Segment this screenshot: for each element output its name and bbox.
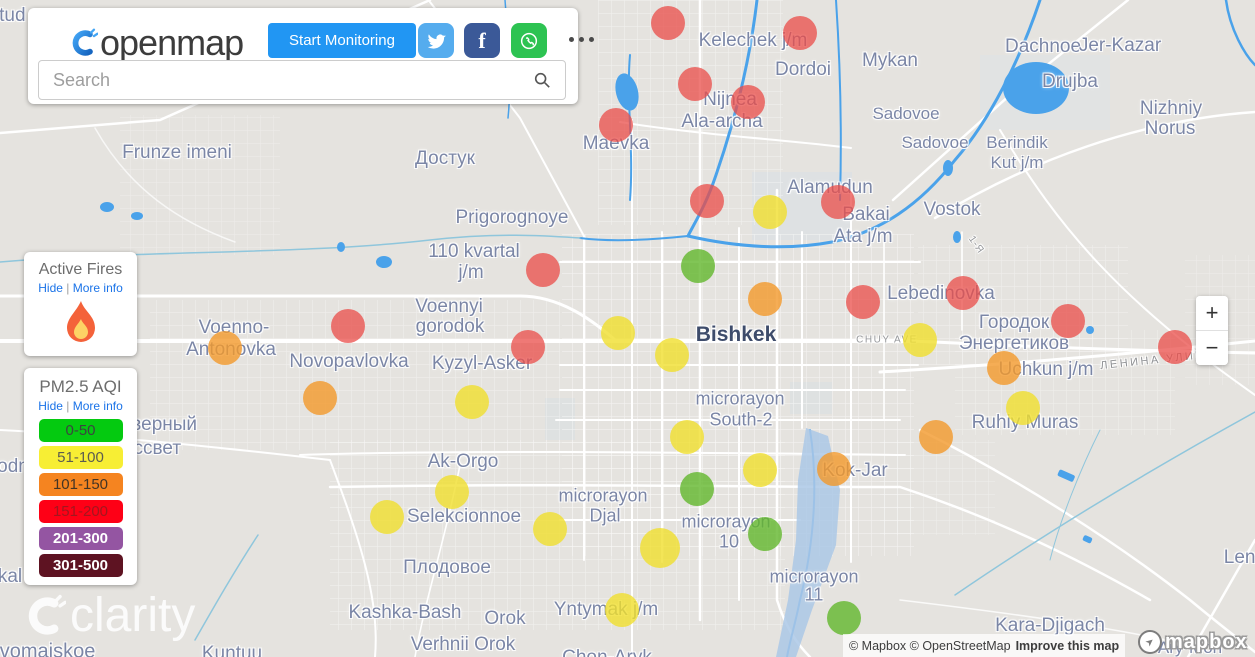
aqi-hide-link[interactable]: Hide: [38, 399, 63, 413]
aqi-marker-g[interactable]: [827, 601, 861, 635]
aqi-marker-y[interactable]: [753, 195, 787, 229]
aqi-marker-r[interactable]: [651, 6, 685, 40]
aqi-marker-r[interactable]: [1158, 330, 1192, 364]
aqi-marker-y[interactable]: [670, 420, 704, 454]
aqi-marker-o[interactable]: [919, 420, 953, 454]
zoom-in-button[interactable]: +: [1196, 296, 1228, 330]
logo-wordmark: openmap: [100, 22, 244, 63]
aqi-range-pill: 51-100: [38, 446, 123, 469]
aqi-range-pill: 0-50: [38, 419, 123, 442]
mapbox-attribution-link[interactable]: © Mapbox: [849, 639, 906, 653]
aqi-legend-panel: PM2.5 AQI Hide | More info 0-50 51-100 101…: [24, 368, 137, 585]
aqi-marker-r[interactable]: [946, 276, 980, 310]
mapbox-logo-icon: [1138, 630, 1162, 654]
openmap-logo-icon: [72, 28, 98, 56]
aqi-marker-r[interactable]: [821, 185, 855, 219]
zoom-out-button[interactable]: −: [1196, 331, 1228, 365]
aqi-marker-o[interactable]: [817, 452, 851, 486]
improve-map-link[interactable]: Improve this map: [1016, 639, 1120, 653]
aqi-marker-r[interactable]: [1051, 304, 1085, 338]
search-icon[interactable]: [533, 71, 551, 89]
aqi-marker-g[interactable]: [680, 472, 714, 506]
fire-icon: [66, 301, 95, 342]
aqi-marker-g[interactable]: [748, 517, 782, 551]
aqi-marker-y[interactable]: [533, 512, 567, 546]
facebook-button[interactable]: f: [464, 23, 500, 58]
aqi-range-pill: 301-500: [38, 554, 123, 577]
aqi-range-list: 0-50 51-100 101-150 151-200 201-300 301-500: [24, 419, 137, 577]
link-separator: |: [66, 399, 70, 413]
aqi-more-info-link[interactable]: More info: [73, 399, 123, 413]
active-fires-title: Active Fires: [38, 261, 123, 278]
aqi-marker-y[interactable]: [601, 316, 635, 350]
aqi-marker-y[interactable]: [655, 338, 689, 372]
map-attribution: © Mapbox © OpenStreetMap Improve this ma…: [843, 634, 1126, 657]
aqi-marker-r[interactable]: [511, 330, 545, 364]
aqi-marker-r[interactable]: [599, 108, 633, 142]
aqi-marker-r[interactable]: [846, 285, 880, 319]
aqi-marker-g[interactable]: [681, 249, 715, 283]
aqi-marker-r[interactable]: [690, 184, 724, 218]
openmap-app: StudFrunze imeniДостукPrigorognoye110 kv…: [0, 0, 1255, 657]
aqi-marker-r[interactable]: [783, 16, 817, 50]
aqi-marker-y[interactable]: [435, 475, 469, 509]
active-fires-panel: Active Fires Hide | More info: [24, 252, 137, 356]
active-fires-more-info-link[interactable]: More info: [73, 281, 123, 295]
search-input[interactable]: [39, 69, 533, 91]
twitter-button[interactable]: [418, 23, 454, 58]
aqi-marker-y[interactable]: [640, 528, 680, 568]
aqi-marker-r[interactable]: [678, 67, 712, 101]
map-zoom-control: + −: [1196, 296, 1228, 365]
active-fires-hide-link[interactable]: Hide: [38, 281, 63, 295]
aqi-marker-r[interactable]: [331, 309, 365, 343]
aqi-legend-title: PM2.5 AQI: [39, 377, 122, 396]
header-card: openmap Start Monitoring f: [28, 8, 594, 104]
osm-attribution-link[interactable]: © OpenStreetMap: [910, 639, 1011, 653]
aqi-range-pill: 101-150: [38, 473, 123, 496]
aqi-marker-y[interactable]: [605, 593, 639, 627]
search-box: [38, 60, 566, 100]
start-monitoring-button[interactable]: Start Monitoring: [268, 23, 416, 58]
aqi-range-pill: 151-200: [38, 500, 123, 523]
whatsapp-icon: [520, 32, 538, 49]
whatsapp-button[interactable]: [511, 23, 547, 58]
aqi-marker-r[interactable]: [731, 85, 765, 119]
aqi-marker-o[interactable]: [987, 351, 1021, 385]
aqi-marker-o[interactable]: [748, 282, 782, 316]
link-separator: |: [66, 281, 70, 295]
aqi-marker-o[interactable]: [303, 381, 337, 415]
aqi-marker-r[interactable]: [526, 253, 560, 287]
aqi-marker-y[interactable]: [370, 500, 404, 534]
facebook-icon: f: [478, 27, 486, 53]
openmap-logo: openmap: [68, 22, 244, 64]
aqi-marker-y[interactable]: [743, 453, 777, 487]
aqi-range-pill: 201-300: [38, 527, 123, 550]
mapbox-logo[interactable]: mapbox: [1138, 630, 1248, 654]
aqi-marker-o[interactable]: [208, 331, 242, 365]
mapbox-logo-word: mapbox: [1165, 630, 1248, 653]
aqi-marker-y[interactable]: [1006, 391, 1040, 425]
aqi-marker-y[interactable]: [903, 323, 937, 357]
twitter-icon: [427, 33, 446, 49]
more-menu-button[interactable]: [569, 37, 594, 42]
aqi-marker-y[interactable]: [455, 385, 489, 419]
